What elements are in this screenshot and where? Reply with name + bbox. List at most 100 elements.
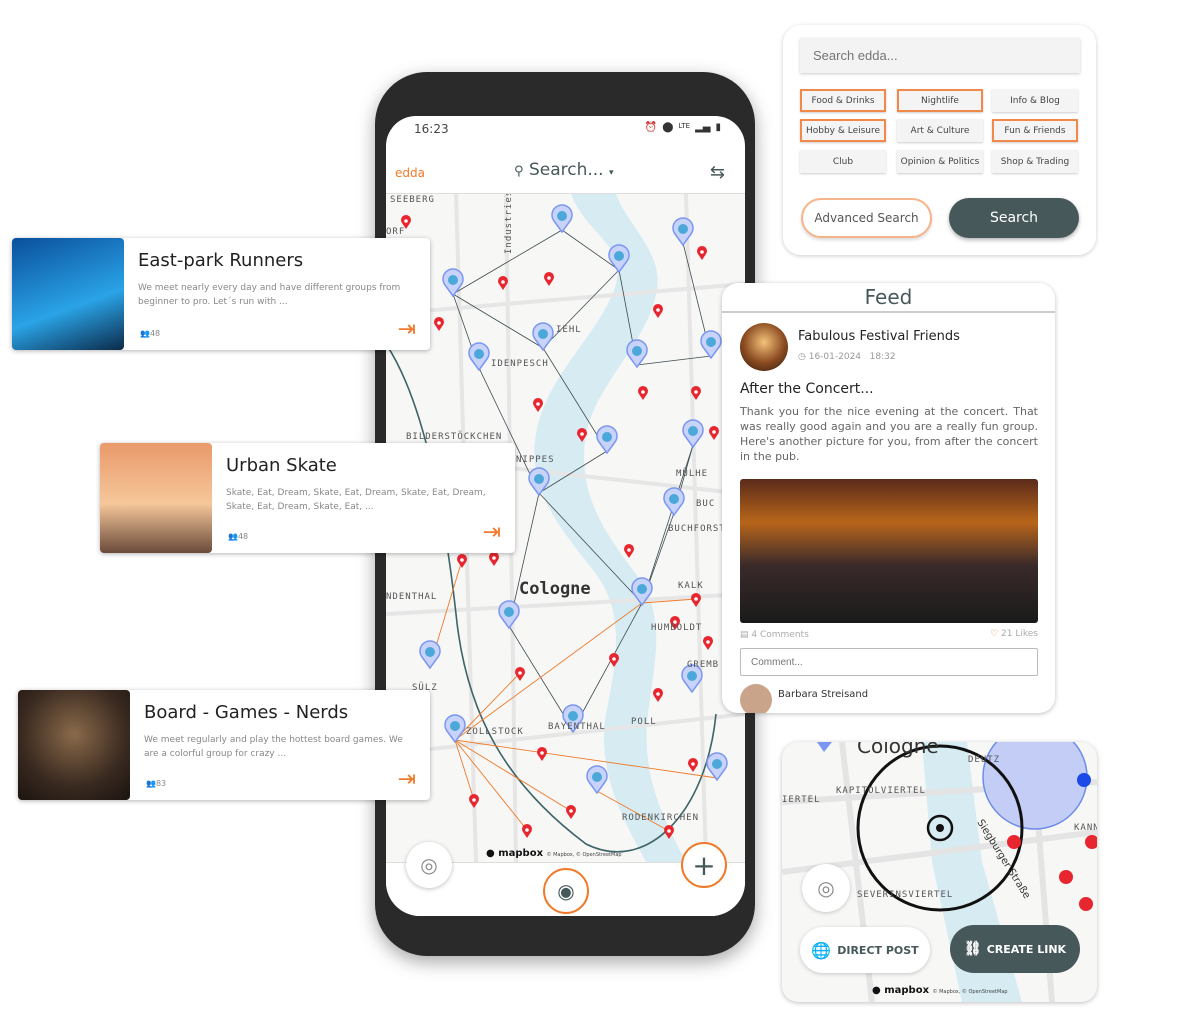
post-heading: After the Concert... [740,381,874,397]
group-pin-dot [474,349,484,359]
map-label: IEHL [556,325,582,335]
category-chip[interactable]: Club [800,150,886,173]
battery-icon: ▮ [715,122,721,133]
members-icon: 👥 [228,532,238,541]
group-pin-dot [450,721,460,731]
group-card[interactable]: Urban Skate Skate, Eat, Dream, Skate, Ea… [100,443,515,553]
event-pin-dot [712,430,716,434]
event-pin-dot [700,250,704,254]
member-count: 👥83 [146,779,167,788]
feed-panel: Feed Fabulous Festival Friends ◷ 16-01-2… [722,283,1055,713]
category-chip[interactable]: Opinion & Politics [897,150,983,173]
svg-text:Cologne: Cologne [857,742,939,758]
swap-icon[interactable]: ⇆ [710,162,725,183]
comment-input[interactable] [740,648,1038,676]
map-label: Industriestraße [504,194,514,254]
svg-text:DEUTZ: DEUTZ [968,755,1000,765]
location-icon: ⬤ [662,122,674,133]
connection-line [636,355,712,366]
event-pin-dot [691,762,695,766]
link-add-icon: ⛓ [963,941,982,957]
group-pin-dot [534,474,544,484]
event-pin-dot [460,558,464,562]
group-pin-dot [712,759,722,769]
event-pin-dot [437,321,441,325]
search-input[interactable] [800,38,1080,73]
map-label: POLL [631,717,657,727]
category-chip[interactable]: Art & Culture [897,119,983,142]
event-pin-dot [472,798,476,802]
member-count: 👥48 [140,329,161,338]
event-pin-dot [627,548,631,552]
join-icon[interactable]: ⇥ [483,520,501,545]
member-count: 👥48 [228,532,249,541]
group-pin-dot [688,426,698,436]
group-pin-dot [568,711,578,721]
group-image-runners [12,238,124,350]
signal-icon: ▂▄ [695,122,711,133]
likes-count[interactable]: ♡ 21 Likes [990,629,1038,639]
event-pin-dot [492,556,496,560]
event-pin-dot [694,390,698,394]
add-button[interactable]: + [681,842,727,888]
event-pin-dot [525,828,529,832]
group-pin-dot [637,584,647,594]
map-label: KALK [678,581,704,591]
group-card[interactable]: East-park Runners We meet nearly every d… [12,238,430,350]
group-avatar [740,323,788,371]
group-title: Urban Skate [226,455,337,476]
heart-icon: ♡ [990,629,999,639]
map-label: MÜLHE [676,468,708,479]
mapbox-logo: ● mapbox © Mapbox, © OpenStreetMap [872,985,1008,996]
post-group-name[interactable]: Fabulous Festival Friends [798,329,960,344]
category-chip[interactable]: Shop & Trading [992,150,1078,173]
create-link-button[interactable]: ⛓ CREATE LINK [950,925,1080,973]
plus-icon: + [692,848,716,882]
locate-icon: ◎ [420,853,438,877]
event-pin-dot [641,390,645,394]
group-pin-dot [425,647,435,657]
group-pin-dot [632,346,642,356]
group-card[interactable]: Board - Games - Nerds We meet regularly … [18,690,430,800]
category-chip[interactable]: Fun & Friends [992,119,1078,142]
group-description: We meet nearly every day and have differ… [138,283,401,307]
post-timestamp: ◷ 16-01-2024 18:32 [798,352,896,362]
group-pin-dot [669,494,679,504]
map-label: ORF [386,227,405,237]
map-attribution: © Mapbox, © OpenStreetMap [546,852,622,858]
event-pin-dot [501,280,505,284]
search-button[interactable]: Search [949,198,1079,238]
group-pin-dot [678,224,688,234]
event-pin-dot [656,692,660,696]
locate-button[interactable]: ◎ [406,842,452,888]
map-label: IDENPESCH [491,359,549,369]
connection-line-orange [454,739,718,779]
post-image [740,479,1038,623]
header-search-dropdown[interactable]: ⚲ Search... ▾ [514,160,614,180]
commenter-name: Barbara Streisand [778,689,869,700]
group-pin-dot [557,211,567,221]
group-image-skate [100,443,212,553]
event-pin-dot [404,219,408,223]
comments-count[interactable]: ▤ 4 Comments [740,630,809,640]
category-chip[interactable]: Hobby & Leisure [800,119,886,142]
join-icon[interactable]: ⇥ [398,317,416,342]
post-text: Thank you for the nice evening at the co… [740,405,1038,463]
group-description: We meet regularly and play the hottest b… [144,735,403,759]
group-pin-dot [706,337,716,347]
advanced-search-button[interactable]: Advanced Search [801,198,932,238]
event-pin-dot [569,809,573,813]
map-label: BUC [696,499,715,509]
app-logo[interactable]: edda [395,166,425,180]
category-chip[interactable]: Food & Drinks [800,89,886,112]
category-chip[interactable]: Info & Blog [992,89,1078,112]
event-pin-dot [612,657,616,661]
locate-button[interactable]: ◎ [802,864,850,912]
event-pin-dot [580,432,584,436]
direct-post-button[interactable]: 🌐 DIRECT POST [800,927,930,973]
nearby-button[interactable]: ◉ [543,868,589,914]
category-chip[interactable]: Nightlife [897,89,983,112]
join-icon[interactable]: ⇥ [398,767,416,792]
group-description: Skate, Eat, Dream, Skate, Eat, Dream, Sk… [226,488,486,512]
group-pin-dot [614,251,624,261]
